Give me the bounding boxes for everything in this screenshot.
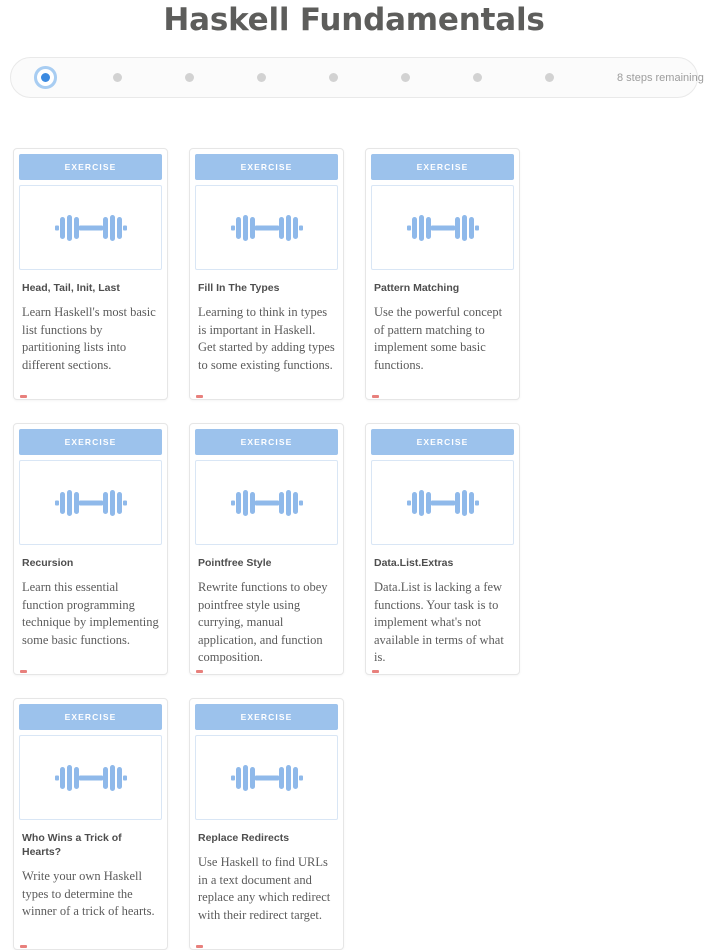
card-progress-marker: [20, 670, 27, 673]
card-title: Who Wins a Trick of Hearts?: [22, 832, 122, 858]
exercise-card[interactable]: EXERCISE Head, Tail, Init, Last Learn Hask…: [13, 148, 168, 400]
exercise-card[interactable]: EXERCISE Who Wins a Trick of Hearts? Write…: [13, 698, 168, 950]
progress-dot: [113, 73, 122, 82]
progress-dot-active: [41, 73, 50, 82]
page-title: Haskell Fundamentals: [163, 2, 545, 38]
card-icon-box: [371, 185, 514, 270]
exercise-card-grid: EXERCISE Head, Tail, Init, Last Learn Hask…: [0, 148, 708, 950]
progress-step-1[interactable]: [41, 73, 113, 82]
progress-dot: [473, 73, 482, 82]
progress-step-7[interactable]: [473, 73, 545, 82]
card-progress-marker: [20, 945, 27, 948]
progress-dot: [257, 73, 266, 82]
card-description: Rewrite functions to obey pointfree styl…: [198, 580, 328, 664]
progress-dot: [401, 73, 410, 82]
card-description: Learning to think in types is important …: [198, 305, 335, 372]
card-badge: EXERCISE: [195, 704, 338, 730]
card-progress-marker: [372, 670, 379, 673]
card-icon-box: [371, 460, 514, 545]
card-badge: EXERCISE: [195, 429, 338, 455]
dumbbell-icon: [230, 211, 303, 245]
progress-dot: [545, 73, 554, 82]
progress-dot: [185, 73, 194, 82]
dumbbell-icon: [54, 486, 127, 520]
exercise-card[interactable]: EXERCISE Fill In The Types Learning to thi…: [189, 148, 344, 400]
card-badge: EXERCISE: [371, 429, 514, 455]
dumbbell-icon: [230, 761, 303, 795]
card-progress-marker: [196, 395, 203, 398]
dumbbell-icon: [54, 211, 127, 245]
card-icon-box: [195, 735, 338, 820]
card-progress-marker: [372, 395, 379, 398]
progress-step-2[interactable]: [113, 73, 185, 82]
card-badge: EXERCISE: [19, 704, 162, 730]
progress-step-8[interactable]: [545, 73, 617, 82]
card-description: Learn Haskell's most basic list function…: [22, 305, 156, 372]
card-title: Pointfree Style: [198, 557, 272, 569]
progress-step-5[interactable]: [329, 73, 401, 82]
dumbbell-icon: [406, 486, 479, 520]
card-icon-box: [19, 185, 162, 270]
steps-remaining-label: 8 steps remaining: [617, 71, 704, 84]
card-badge: EXERCISE: [371, 154, 514, 180]
exercise-card[interactable]: EXERCISE Recursion Learn this essential fu…: [13, 423, 168, 675]
card-title: Recursion: [22, 557, 74, 569]
exercise-card[interactable]: EXERCISE Pointfree Style Rewrite functions…: [189, 423, 344, 675]
progress-bar: 8 steps remaining: [10, 57, 704, 98]
card-badge: EXERCISE: [195, 154, 338, 180]
progress-step-4[interactable]: [257, 73, 329, 82]
card-description: Use Haskell to find URLs in a text docum…: [198, 855, 331, 922]
card-icon-box: [19, 735, 162, 820]
card-description: Write your own Haskell types to determin…: [22, 869, 155, 918]
card-description: Learn this essential function programmin…: [22, 580, 159, 647]
card-icon-box: [195, 185, 338, 270]
card-title: Data.List.Extras: [374, 557, 454, 569]
progress-step-3[interactable]: [185, 73, 257, 82]
card-icon-box: [19, 460, 162, 545]
progress-steps: [11, 73, 617, 82]
exercise-card[interactable]: EXERCISE Data.List.Extras Data.List is lac…: [365, 423, 520, 675]
card-title: Fill In The Types: [198, 282, 280, 294]
card-icon-box: [195, 460, 338, 545]
card-progress-marker: [196, 670, 203, 673]
card-title: Pattern Matching: [374, 282, 460, 294]
card-description: Data.List is lacking a few functions. Yo…: [374, 580, 504, 664]
card-progress-marker: [196, 945, 203, 948]
card-progress-marker: [20, 395, 27, 398]
card-badge: EXERCISE: [19, 429, 162, 455]
dumbbell-icon: [230, 486, 303, 520]
exercise-card[interactable]: EXERCISE Pattern Matching Use the powerful…: [365, 148, 520, 400]
card-description: Use the powerful concept of pattern matc…: [374, 305, 503, 372]
dumbbell-icon: [54, 761, 127, 795]
dumbbell-icon: [406, 211, 479, 245]
card-title: Head, Tail, Init, Last: [22, 282, 120, 294]
exercise-card[interactable]: EXERCISE Replace Redirects Use Haskell to …: [189, 698, 344, 950]
progress-step-6[interactable]: [401, 73, 473, 82]
card-badge: EXERCISE: [19, 154, 162, 180]
card-title: Replace Redirects: [198, 832, 290, 844]
progress-dot: [329, 73, 338, 82]
